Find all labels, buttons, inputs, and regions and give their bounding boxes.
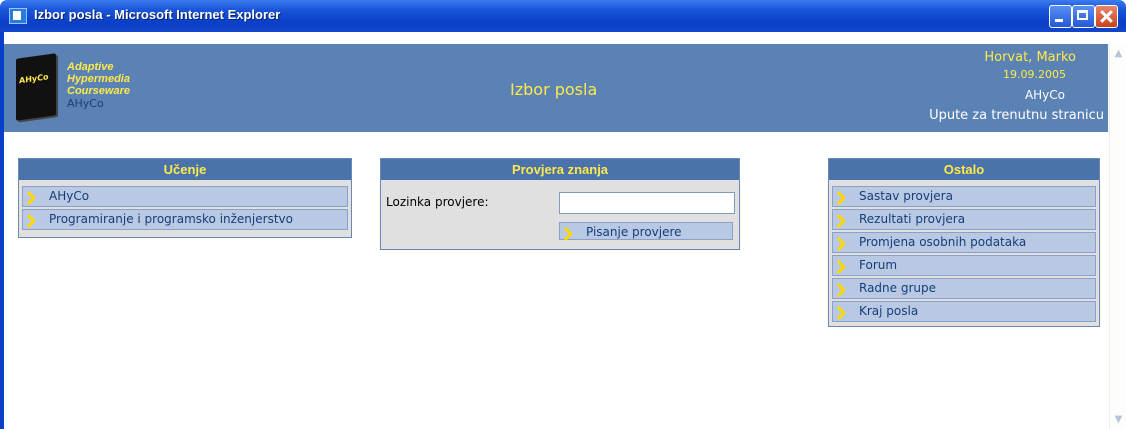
learning-panel-title: Učenje [19, 159, 351, 180]
logo-line-3: Courseware [67, 85, 130, 97]
menu-item-label: Rezultati provjera [859, 212, 966, 226]
ahyco-logo: AHyCo Adaptive Hypermedia Courseware AHy… [16, 52, 166, 124]
start-test-button[interactable]: Pisanje provjere [559, 222, 733, 240]
other-panel-title: Ostalo [829, 159, 1099, 180]
learning-item-programiranje[interactable]: Programiranje i programsko inženjerstvo [22, 209, 348, 230]
close-button[interactable] [1095, 5, 1118, 28]
maximize-button[interactable] [1072, 5, 1095, 28]
vertical-scrollbar[interactable]: ▲ ▼ [1109, 44, 1126, 429]
logo-line-2: Hypermedia [67, 73, 130, 85]
book-label: AHyCo [19, 72, 49, 86]
test-panel-title: Provjera znanja [381, 159, 739, 180]
menu-item-label: Kraj posla [859, 304, 919, 318]
other-item-rezultati-provjera[interactable]: Rezultati provjera [832, 209, 1096, 230]
menu-item-label: Programiranje i programsko inženjerstvo [49, 212, 293, 226]
user-name: Horvat, Marko [984, 50, 1076, 65]
title-bar: Izbor posla - Microsoft Internet Explore… [0, 0, 1126, 32]
minimize-button[interactable] [1049, 5, 1072, 28]
app-name: AHyCo [1024, 88, 1065, 102]
window-title: Izbor posla - Microsoft Internet Explore… [34, 7, 281, 22]
menu-item-label: AHyCo [49, 189, 90, 203]
password-label: Lozinka provjere: [386, 195, 489, 209]
other-item-radne-grupe[interactable]: Radne grupe [832, 278, 1096, 299]
menu-item-label: Promjena osobnih podataka [859, 235, 1027, 249]
scroll-down-icon[interactable]: ▼ [1112, 413, 1125, 426]
current-date: 19.09.2005 [1003, 68, 1066, 81]
page-header: AHyCo Adaptive Hypermedia Courseware AHy… [4, 44, 1108, 132]
menu-item-label: Radne grupe [859, 281, 937, 295]
test-panel: Provjera znanja Lozinka provjere: Pisanj… [380, 158, 740, 250]
other-item-sastav-provjera[interactable]: Sastav provjera [832, 186, 1096, 207]
other-item-kraj-posla[interactable]: Kraj posla [832, 301, 1096, 322]
ie-window-icon[interactable] [9, 8, 27, 24]
start-test-label: Pisanje provjere [586, 225, 682, 239]
password-input[interactable] [559, 192, 735, 214]
other-item-forum[interactable]: Forum [832, 255, 1096, 276]
menu-item-label: Sastav provjera [859, 189, 953, 203]
logo-line-1: Adaptive [67, 61, 114, 73]
learning-item-ahyco[interactable]: AHyCo [22, 186, 348, 207]
learning-panel: Učenje AHyCo Programiranje i programsko … [18, 158, 352, 238]
scroll-up-icon[interactable]: ▲ [1112, 47, 1125, 60]
menu-item-label: Forum [859, 258, 898, 272]
page-title: Izbor posla [510, 80, 598, 99]
book-icon: AHyCo [16, 53, 56, 121]
logo-line-4: AHyCo [67, 97, 104, 110]
help-link[interactable]: Upute za trenutnu stranicu [929, 108, 1104, 123]
other-item-promjena-podataka[interactable]: Promjena osobnih podataka [832, 232, 1096, 253]
other-panel: Ostalo Sastav provjera Rezultati provjer… [828, 158, 1100, 327]
